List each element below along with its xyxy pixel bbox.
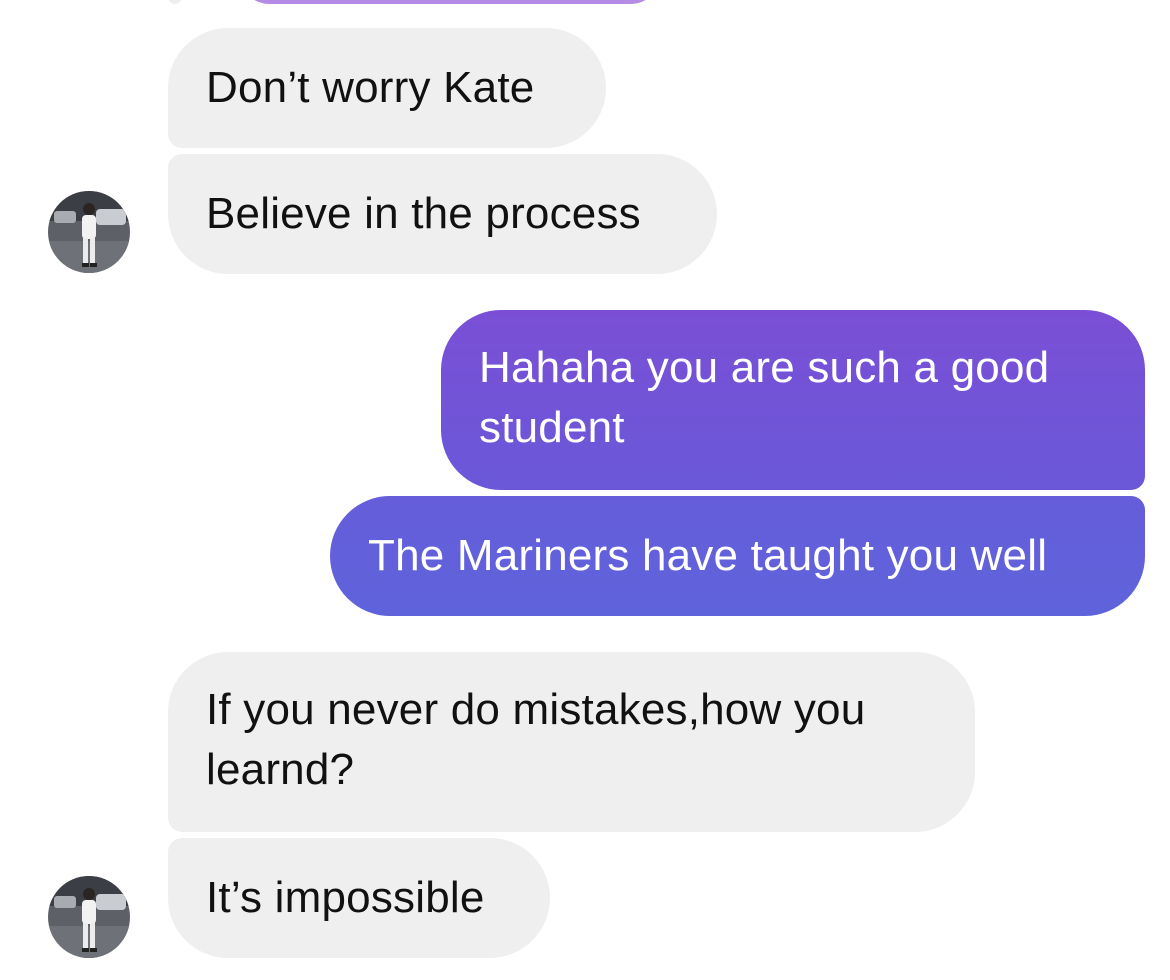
- message-bubble-sent[interactable]: Hahaha you are such a good student: [441, 310, 1145, 490]
- message-text: Believe in the process: [206, 189, 641, 238]
- message-bubble-received[interactable]: Don’t worry Kate: [168, 28, 606, 148]
- message-bubble-received[interactable]: If you never do mistakes,how you learnd?: [168, 652, 975, 832]
- message-text: The Mariners have taught you well: [368, 531, 1048, 580]
- contact-avatar[interactable]: [48, 876, 130, 958]
- message-text: It’s impossible: [206, 873, 485, 922]
- message-text: If you never do mistakes,how you learnd?: [206, 685, 866, 794]
- avatar-photo-icon: [48, 876, 130, 958]
- message-bubble-received[interactable]: It’s impossible: [168, 838, 550, 958]
- message-text: Don’t worry Kate: [206, 63, 535, 112]
- message-bubble-received[interactable]: Believe in the process: [168, 154, 717, 274]
- contact-avatar[interactable]: [48, 191, 130, 273]
- message-text: Hahaha you are such a good student: [479, 343, 1050, 452]
- message-bubble-sent[interactable]: The Mariners have taught you well: [330, 496, 1145, 616]
- message-bubble-partial: [238, 0, 662, 4]
- avatar-photo-icon: [48, 191, 130, 273]
- message-bubble-partial-tail: [168, 0, 182, 4]
